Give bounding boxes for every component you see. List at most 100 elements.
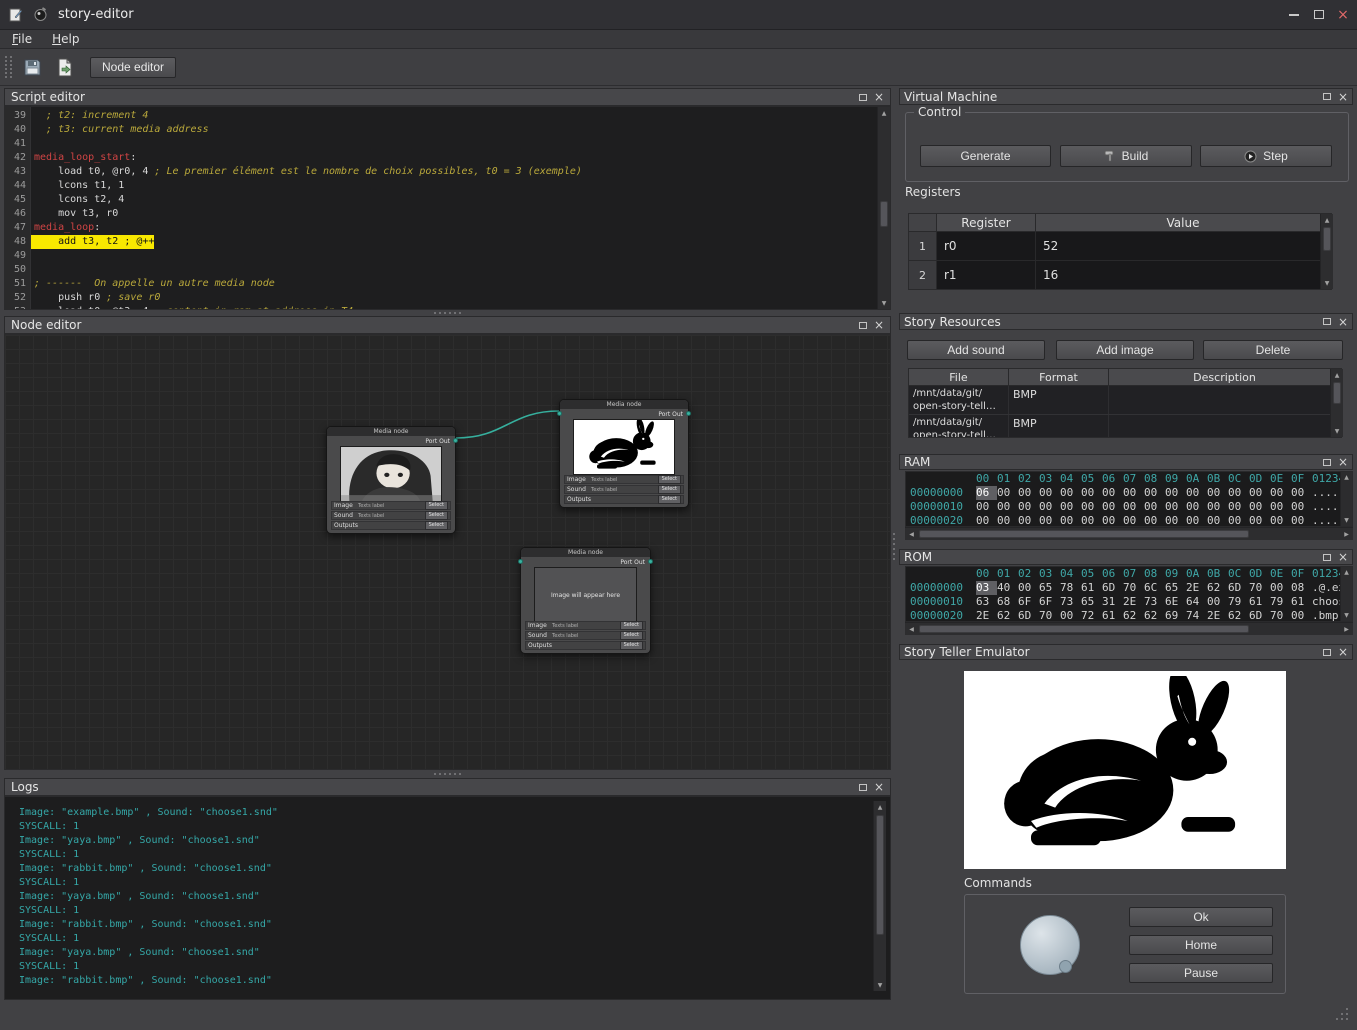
- hex-byte[interactable]: 00: [1270, 514, 1291, 527]
- hex-byte[interactable]: 00: [1144, 486, 1165, 500]
- hex-byte[interactable]: 00: [1291, 486, 1312, 500]
- hex-byte[interactable]: 00: [1291, 514, 1312, 527]
- hex-byte[interactable]: 62: [1144, 609, 1165, 622]
- close-panel-icon[interactable]: ×: [874, 782, 884, 792]
- add-image-button[interactable]: Add image: [1056, 340, 1194, 360]
- hex-byte[interactable]: 00: [1186, 514, 1207, 527]
- hex-byte[interactable]: 73: [1144, 595, 1165, 609]
- hex-byte[interactable]: 6D: [1228, 581, 1249, 595]
- hex-byte[interactable]: 00: [1060, 500, 1081, 514]
- toolbar-grip-handle[interactable]: [5, 56, 12, 78]
- close-panel-icon[interactable]: ×: [874, 92, 884, 102]
- hex-byte[interactable]: 2E: [976, 609, 997, 622]
- logs-output[interactable]: Image: "example.bmp" , Sound: "choose1.s…: [4, 796, 891, 1000]
- hex-byte[interactable]: 00: [1060, 514, 1081, 527]
- hex-byte[interactable]: 00: [1270, 581, 1291, 595]
- hex-byte[interactable]: 6C: [1144, 581, 1165, 595]
- register-value-cell[interactable]: 16: [1036, 261, 1331, 289]
- scrollbar-handle[interactable]: [919, 530, 1249, 538]
- float-panel-icon[interactable]: [1323, 649, 1331, 656]
- hex-byte[interactable]: 40: [997, 581, 1018, 595]
- column-header[interactable]: Format: [1009, 369, 1109, 385]
- step-button[interactable]: Step: [1200, 145, 1332, 167]
- hex-byte[interactable]: 00: [1018, 486, 1039, 500]
- hex-byte[interactable]: 62: [1207, 581, 1228, 595]
- hex-byte[interactable]: 00: [1165, 500, 1186, 514]
- input-port[interactable]: [557, 411, 562, 416]
- scrollbar-handle[interactable]: [1323, 227, 1331, 251]
- menu-help[interactable]: Help: [52, 32, 79, 46]
- close-panel-icon[interactable]: ×: [874, 320, 884, 330]
- float-panel-icon[interactable]: [859, 94, 867, 101]
- hex-byte[interactable]: 2E: [1123, 595, 1144, 609]
- hex-byte[interactable]: 00: [976, 500, 997, 514]
- hex-byte[interactable]: 00: [1123, 486, 1144, 500]
- scrollbar-handle[interactable]: [1333, 382, 1341, 404]
- column-header[interactable]: Value: [1036, 214, 1331, 231]
- script-editor[interactable]: 39 ; t2: increment 440 ; t3: current med…: [4, 106, 891, 310]
- hex-byte[interactable]: 61: [1249, 595, 1270, 609]
- hex-byte[interactable]: 00: [1039, 486, 1060, 500]
- logs-vertical-scrollbar[interactable]: ▲ ▼: [873, 801, 886, 991]
- resource-row[interactable]: /mnt/data/git/open-story-tell…BMP: [909, 415, 1341, 438]
- register-name-cell[interactable]: r0: [937, 232, 1036, 260]
- scroll-left-icon[interactable]: ◀: [905, 623, 918, 635]
- node-editor-toolbar-button[interactable]: Node editor: [90, 57, 176, 78]
- hex-byte[interactable]: 00: [997, 500, 1018, 514]
- hex-byte[interactable]: 62: [1228, 609, 1249, 622]
- hex-byte[interactable]: 00: [1228, 500, 1249, 514]
- close-panel-icon[interactable]: ×: [1338, 92, 1348, 102]
- media-node[interactable]: Media nodePort OutImageTexts labelSelect…: [559, 399, 689, 508]
- build-button[interactable]: Build: [1060, 145, 1192, 167]
- hex-byte[interactable]: 00: [1249, 514, 1270, 527]
- hex-byte[interactable]: 70: [1123, 581, 1144, 595]
- float-panel-icon[interactable]: [859, 322, 867, 329]
- script-vertical-scrollbar[interactable]: ▲ ▼: [877, 107, 890, 309]
- select-button[interactable]: Select: [620, 621, 643, 630]
- registers-table[interactable]: RegisterValue1r0522r116: [908, 213, 1332, 290]
- hex-byte[interactable]: 79: [1270, 595, 1291, 609]
- hex-byte[interactable]: 00: [1249, 486, 1270, 500]
- hex-byte[interactable]: 00: [1270, 500, 1291, 514]
- hex-byte[interactable]: 00: [1165, 486, 1186, 500]
- hex-byte[interactable]: 00: [1270, 486, 1291, 500]
- hex-byte[interactable]: 2E: [1186, 581, 1207, 595]
- scroll-left-icon[interactable]: ◀: [905, 528, 918, 540]
- scroll-right-icon[interactable]: ▶: [1340, 528, 1353, 540]
- pause-button[interactable]: Pause: [1129, 963, 1273, 983]
- close-panel-icon[interactable]: ×: [1338, 457, 1348, 467]
- register-row[interactable]: 2r116: [909, 261, 1331, 290]
- float-panel-icon[interactable]: [1323, 318, 1331, 325]
- hex-byte[interactable]: 2E: [1207, 609, 1228, 622]
- hex-byte[interactable]: 00: [1291, 609, 1312, 622]
- select-button[interactable]: Select: [425, 521, 448, 530]
- input-port[interactable]: [518, 559, 523, 564]
- hex-byte[interactable]: 61: [1081, 581, 1102, 595]
- hex-byte[interactable]: 00: [1018, 500, 1039, 514]
- horizontal-splitter[interactable]: [4, 770, 891, 778]
- hex-byte[interactable]: 65: [1165, 581, 1186, 595]
- hex-byte[interactable]: 00: [1018, 581, 1039, 595]
- close-panel-icon[interactable]: ×: [1338, 552, 1348, 562]
- hex-byte[interactable]: 6D: [1249, 609, 1270, 622]
- ram-horizontal-scrollbar[interactable]: ◀ ▶: [905, 527, 1353, 540]
- hex-byte[interactable]: 74: [1186, 609, 1207, 622]
- scroll-down-icon[interactable]: ▼: [1331, 425, 1343, 437]
- hex-byte[interactable]: 00: [1060, 486, 1081, 500]
- hex-byte[interactable]: 61: [1291, 595, 1312, 609]
- select-button[interactable]: Select: [425, 501, 448, 510]
- hex-byte[interactable]: 00: [1102, 486, 1123, 500]
- scroll-down-icon[interactable]: ▼: [1344, 612, 1349, 619]
- hex-byte[interactable]: 72: [1081, 609, 1102, 622]
- hex-byte[interactable]: 31: [1102, 595, 1123, 609]
- hex-byte[interactable]: 08: [1291, 581, 1312, 595]
- select-button[interactable]: Select: [658, 475, 681, 484]
- resources-table[interactable]: FileFormatDescription/mnt/data/git/open-…: [908, 368, 1342, 438]
- export-file-icon[interactable]: [52, 54, 78, 80]
- save-icon[interactable]: [19, 54, 45, 80]
- resource-row[interactable]: /mnt/data/git/open-story-tell…BMP: [909, 386, 1341, 415]
- hex-byte[interactable]: 6D: [1102, 581, 1123, 595]
- hex-byte[interactable]: 00: [1207, 486, 1228, 500]
- hex-byte[interactable]: 00: [1039, 514, 1060, 527]
- select-button[interactable]: Select: [620, 641, 643, 650]
